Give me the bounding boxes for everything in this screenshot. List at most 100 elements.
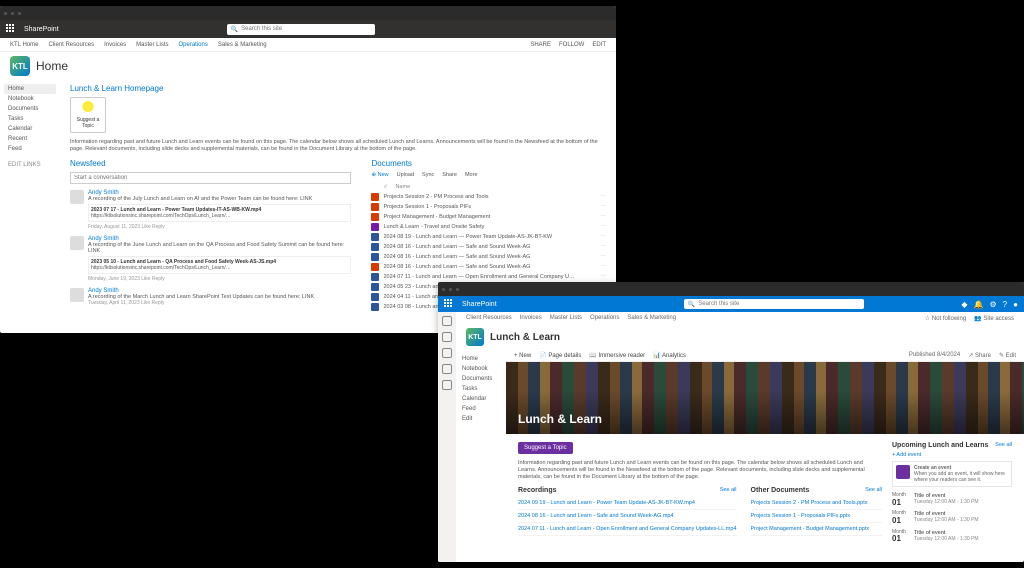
file-link[interactable]: Projects Session 2 - PM Process and Tool… xyxy=(751,497,882,510)
file-link[interactable]: 2024 09 19 - Lunch and Learn - Power Tea… xyxy=(518,497,737,510)
more-icon[interactable]: ⋯ xyxy=(601,274,607,280)
document-row[interactable]: 2024 08 19 - Lunch and Learn — Power Tea… xyxy=(371,232,606,242)
settings-icon[interactable]: ⚙ xyxy=(990,300,997,309)
file-link[interactable]: 2024 08 16 - Lunch and Learn - Safe and … xyxy=(518,510,737,523)
file-link[interactable]: 2024 07 11 - Lunch and Learn - Open Enro… xyxy=(518,523,737,536)
rail-files-icon[interactable] xyxy=(442,348,452,358)
document-row[interactable]: 2024 08 16 - Lunch and Learn — Safe and … xyxy=(371,252,606,262)
document-row[interactable]: 2024 07 11 - Lunch and Learn — Open Enro… xyxy=(371,272,606,282)
document-row[interactable]: 2024 08 16 - Lunch and Learn — Safe and … xyxy=(371,242,606,252)
analytics-button[interactable]: 📊 Analytics xyxy=(653,352,686,359)
edit-button[interactable]: ✎ Edit xyxy=(999,352,1016,359)
post-meta[interactable]: Monday, June 19, 2023 Like Reply xyxy=(88,276,351,282)
share-button[interactable]: Share xyxy=(442,172,457,178)
add-event-link[interactable]: + Add event xyxy=(892,452,1012,458)
event-item[interactable]: Month01 Title of eventTuesday 12:00 AM -… xyxy=(892,509,1012,527)
nav-notebook[interactable]: Notebook xyxy=(4,94,56,104)
rail-home-icon[interactable] xyxy=(442,316,452,326)
avatar-icon[interactable]: ● xyxy=(1013,300,1018,309)
site-access[interactable]: 👥 Site access xyxy=(974,315,1014,322)
file-icon xyxy=(371,203,379,211)
post-meta[interactable]: Tuesday, April 11, 2023 Like Reply xyxy=(88,300,351,306)
nav-tasks[interactable]: Tasks xyxy=(4,114,56,124)
nav-item[interactable]: KTL Home xyxy=(10,42,38,48)
event-item[interactable]: Month01 Title of eventTuesday 12:00 AM -… xyxy=(892,491,1012,509)
post-meta[interactable]: Friday, August 11, 2023 Like Reply xyxy=(88,224,351,230)
more-icon[interactable]: ⋯ xyxy=(601,204,607,210)
more-icon[interactable]: ⋯ xyxy=(601,264,607,270)
edit-links[interactable]: EDIT LINKS xyxy=(4,160,56,170)
nav-item-active[interactable]: Operations xyxy=(179,42,208,48)
nav-calendar[interactable]: Calendar xyxy=(4,124,56,134)
rail-create-icon[interactable] xyxy=(442,364,452,374)
more-icon[interactable]: ⋯ xyxy=(601,244,607,250)
see-all-link[interactable]: See all xyxy=(995,442,1012,449)
nav-item[interactable]: Invoices xyxy=(104,42,126,48)
share-button[interactable]: ↗ Share xyxy=(968,352,991,359)
rail-more-icon[interactable] xyxy=(442,380,452,390)
follow-link[interactable]: FOLLOW xyxy=(559,42,584,48)
nav-edit[interactable]: Edit xyxy=(462,414,500,424)
document-row[interactable]: Projects Session 2 - PM Process and Tool… xyxy=(371,192,606,202)
app-launcher-icon[interactable] xyxy=(444,299,454,309)
document-row[interactable]: 2024 08 16 - Lunch and Learn — Safe and … xyxy=(371,262,606,272)
sync-button[interactable]: Sync xyxy=(422,172,434,178)
nav-item[interactable]: Sales & Marketing xyxy=(218,42,267,48)
document-row[interactable]: Projects Session 1 - Proposals PIFs⋯ xyxy=(371,202,606,212)
create-event-card[interactable]: Create an event When you add an event, i… xyxy=(892,461,1012,487)
crumb[interactable]: Operations xyxy=(590,315,619,321)
nav-tasks[interactable]: Tasks xyxy=(462,384,500,394)
browser-chrome xyxy=(0,6,616,20)
suggest-topic-button[interactable]: Suggest a Topic xyxy=(518,442,573,454)
new-button[interactable]: + New xyxy=(514,353,531,359)
rail-sites-icon[interactable] xyxy=(442,332,452,342)
follow-toggle[interactable]: ☆ Not following xyxy=(925,315,966,322)
notifications-icon[interactable]: 🔔 xyxy=(974,300,984,309)
upload-button[interactable]: Upload xyxy=(397,172,414,178)
newsfeed-input[interactable] xyxy=(70,172,351,184)
post-attachment[interactable]: 2023 07 17 - Lunch and Learn - Power Tea… xyxy=(88,204,351,222)
more-icon[interactable]: ⋯ xyxy=(601,214,607,220)
site-logo[interactable]: KTL xyxy=(10,56,30,76)
immersive-reader-button[interactable]: 📖 Immersive reader xyxy=(589,352,645,359)
more-icon[interactable]: ⋯ xyxy=(601,254,607,260)
nav-notebook[interactable]: Notebook xyxy=(462,364,500,374)
event-item[interactable]: Month01 Title of eventTuesday 12:00 AM -… xyxy=(892,528,1012,546)
crumb[interactable]: Client Resources xyxy=(466,315,512,321)
suggest-topic-tile[interactable]: Suggest a Topic xyxy=(70,97,106,133)
nav-feed[interactable]: Feed xyxy=(4,144,56,154)
nav-home[interactable]: Home xyxy=(4,84,56,94)
edit-link[interactable]: EDIT xyxy=(592,42,606,48)
page-details-button[interactable]: 📄 Page details xyxy=(539,352,581,359)
app-launcher-icon[interactable] xyxy=(6,24,16,34)
premium-icon[interactable]: ◆ xyxy=(961,300,967,309)
search-input[interactable]: 🔍 Search this site xyxy=(227,24,375,35)
document-row[interactable]: Project Management - Budget Management⋯ xyxy=(371,212,606,222)
help-icon[interactable]: ? xyxy=(1003,300,1007,309)
nav-documents[interactable]: Documents xyxy=(4,104,56,114)
share-link[interactable]: SHARE xyxy=(530,42,551,48)
nav-feed[interactable]: Feed xyxy=(462,404,500,414)
nav-documents[interactable]: Documents xyxy=(462,374,500,384)
post-attachment[interactable]: 2023 05 10 - Lunch and Learn - QA Proces… xyxy=(88,256,351,274)
nav-calendar[interactable]: Calendar xyxy=(462,394,500,404)
nav-item[interactable]: Master Lists xyxy=(136,42,168,48)
file-link[interactable]: Project Management - Budget Management.p… xyxy=(751,523,882,536)
nav-home[interactable]: Home xyxy=(462,354,500,364)
document-row[interactable]: Lunch & Learn - Travel and Onsite Safety… xyxy=(371,222,606,232)
see-all-link[interactable]: See all xyxy=(865,487,882,494)
crumb[interactable]: Sales & Marketing xyxy=(627,315,676,321)
file-link[interactable]: Projects Session 1 - Proposals PIFs.pptx xyxy=(751,510,882,523)
see-all-link[interactable]: See all xyxy=(720,487,737,494)
nav-item[interactable]: Client Resources xyxy=(48,42,94,48)
new-button[interactable]: ⊕ New xyxy=(371,172,388,178)
more-button[interactable]: More xyxy=(465,172,478,178)
more-icon[interactable]: ⋯ xyxy=(601,234,607,240)
crumb[interactable]: Invoices xyxy=(520,315,542,321)
more-icon[interactable]: ⋯ xyxy=(601,224,607,230)
more-icon[interactable]: ⋯ xyxy=(601,194,607,200)
search-input[interactable]: 🔍 Search this site xyxy=(684,299,864,309)
nav-recent[interactable]: Recent xyxy=(4,134,56,144)
site-logo[interactable]: KTL xyxy=(466,328,484,346)
crumb[interactable]: Master Lists xyxy=(550,315,582,321)
